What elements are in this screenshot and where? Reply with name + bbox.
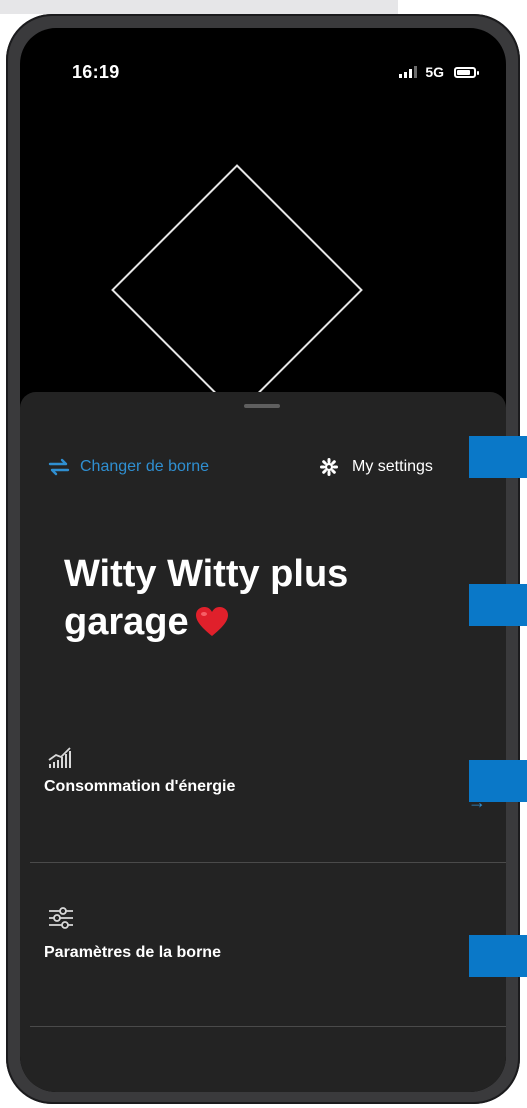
gear-icon (320, 458, 338, 476)
status-time: 16:19 (72, 62, 120, 82)
menu-item-label: Paramètres de la borne (44, 944, 221, 961)
menu-item-energy-consumption[interactable]: Consommation d'énergie → (30, 736, 506, 863)
background-strip (0, 0, 398, 14)
network-type: 5G (425, 64, 444, 80)
bottom-sheet: Changer de borne My settings Witty Witty… (20, 392, 506, 1092)
menu-item-station-settings[interactable]: Paramètres de la borne → (30, 862, 506, 1027)
overlay-marker (469, 760, 527, 802)
signal-icon (399, 66, 418, 78)
menu-item-label: Consommation d'énergie (44, 778, 236, 795)
overlay-marker (469, 935, 527, 977)
change-station-button[interactable]: Changer de borne (48, 458, 209, 476)
swap-icon (48, 458, 70, 476)
my-settings-label: My settings (352, 458, 433, 475)
change-station-label: Changer de borne (80, 458, 209, 475)
status-indicators: 5G (399, 64, 479, 80)
my-settings-button[interactable]: My settings (320, 458, 433, 476)
phone-frame: 16:19 5G Changer de borne My settings Wi… (6, 14, 520, 1104)
station-title: Witty Witty plus garage (64, 550, 444, 646)
overlay-marker (469, 584, 527, 626)
station-illustration (111, 164, 363, 416)
battery-icon (454, 66, 479, 78)
energy-chart-icon (48, 747, 71, 768)
app-screen: 16:19 5G Changer de borne My settings Wi… (20, 28, 506, 1092)
heart-icon (195, 607, 228, 636)
overlay-marker (469, 436, 527, 478)
sliders-icon (49, 907, 73, 929)
drag-handle[interactable] (244, 404, 280, 408)
